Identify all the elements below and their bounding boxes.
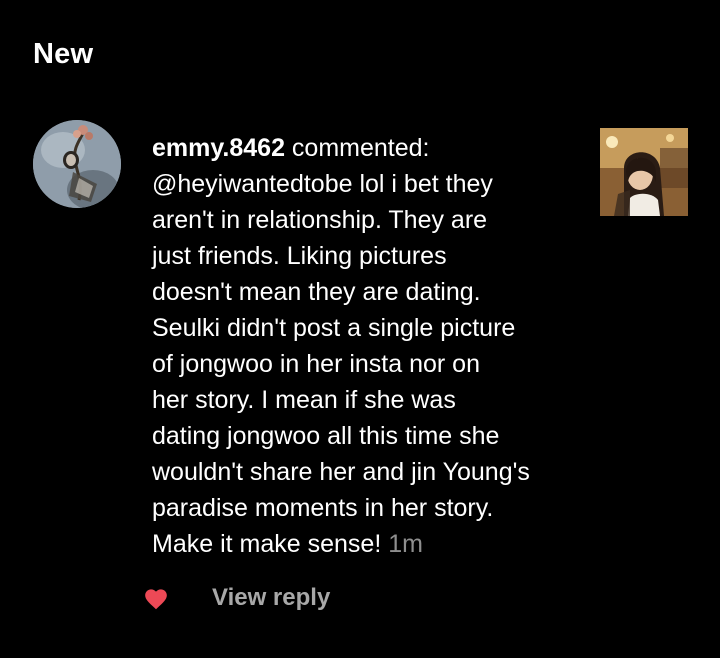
mentioned-username[interactable]: @heyiwantedtobe [152,170,353,198]
post-thumbnail-icon [600,128,688,216]
view-reply-button[interactable]: View reply [212,584,330,612]
comment-timestamp: 1m [388,530,423,558]
notification-text: emmy.8462 commented: @heyiwantedtobe lol… [152,130,582,562]
post-thumbnail[interactable] [600,128,688,216]
like-heart-icon[interactable] [143,585,169,611]
profile-avatar-icon [33,120,121,208]
section-title-new: New [33,38,94,70]
notification-actions: View reply [143,580,330,616]
comment-action-text: commented: [284,134,430,162]
commenter-avatar[interactable] [33,120,121,208]
commenter-username[interactable]: emmy.8462 [152,134,285,162]
comment-text: lol i bet they aren't in relationship. T… [152,170,530,558]
